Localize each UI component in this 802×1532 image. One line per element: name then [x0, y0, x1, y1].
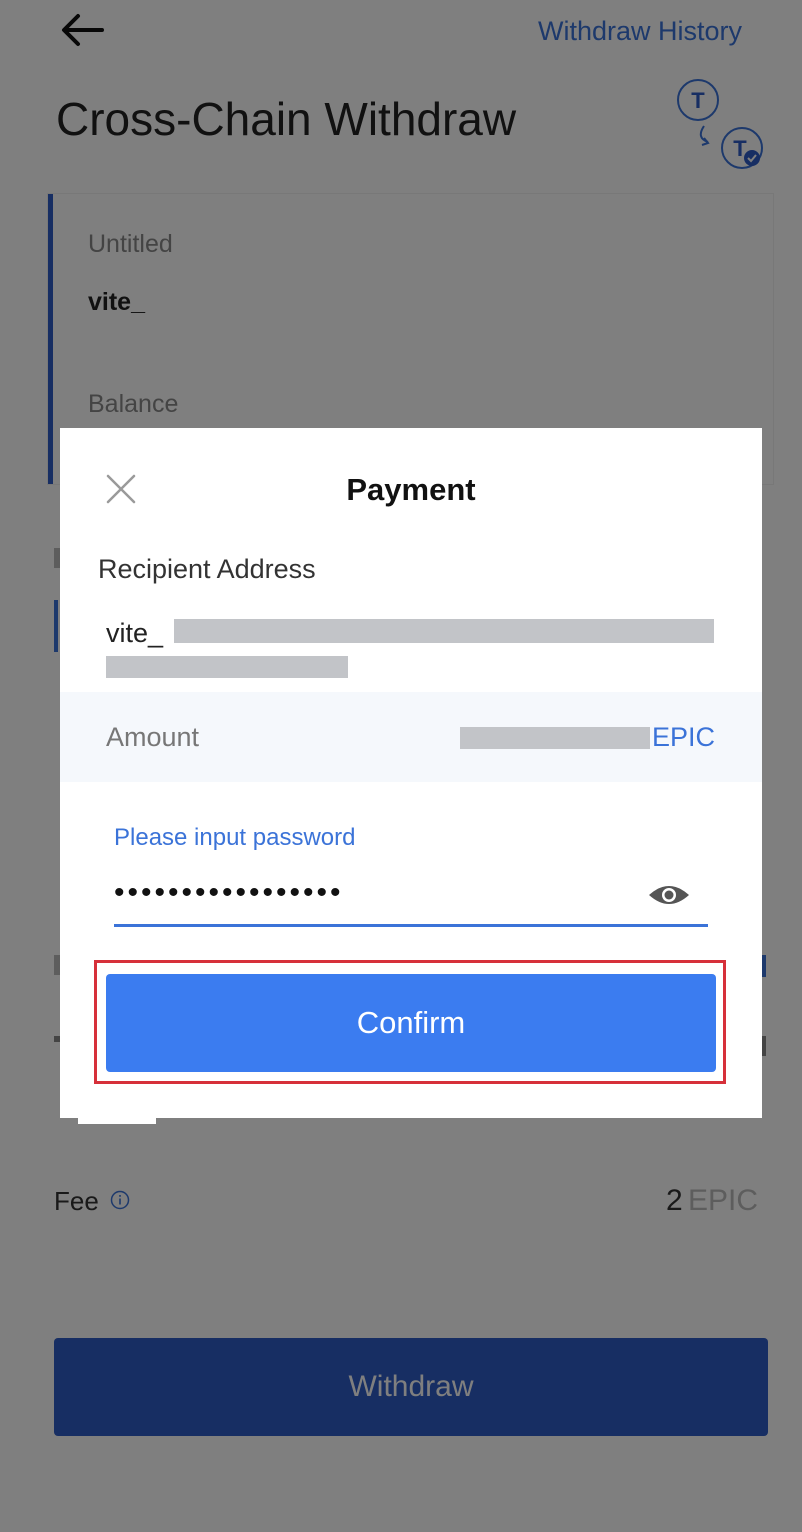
redaction-bar — [106, 656, 348, 678]
recipient-address: vite_ — [106, 618, 164, 648]
password-label: Please input password — [114, 824, 356, 851]
amount-label: Amount — [106, 722, 200, 752]
password-input[interactable] — [114, 868, 654, 918]
dialog-title: Payment — [346, 472, 476, 507]
confirm-button[interactable]: Confirm — [106, 974, 716, 1072]
amount-unit: EPIC — [652, 722, 716, 752]
recipient-address-label: Recipient Address — [98, 554, 316, 584]
redaction-bar — [174, 619, 714, 643]
eye-icon[interactable] — [646, 880, 692, 910]
payment-dialog: Payment Recipient Address vite_ Amount E… — [60, 428, 762, 1118]
password-underline — [114, 924, 708, 927]
redaction-bar — [460, 727, 650, 749]
